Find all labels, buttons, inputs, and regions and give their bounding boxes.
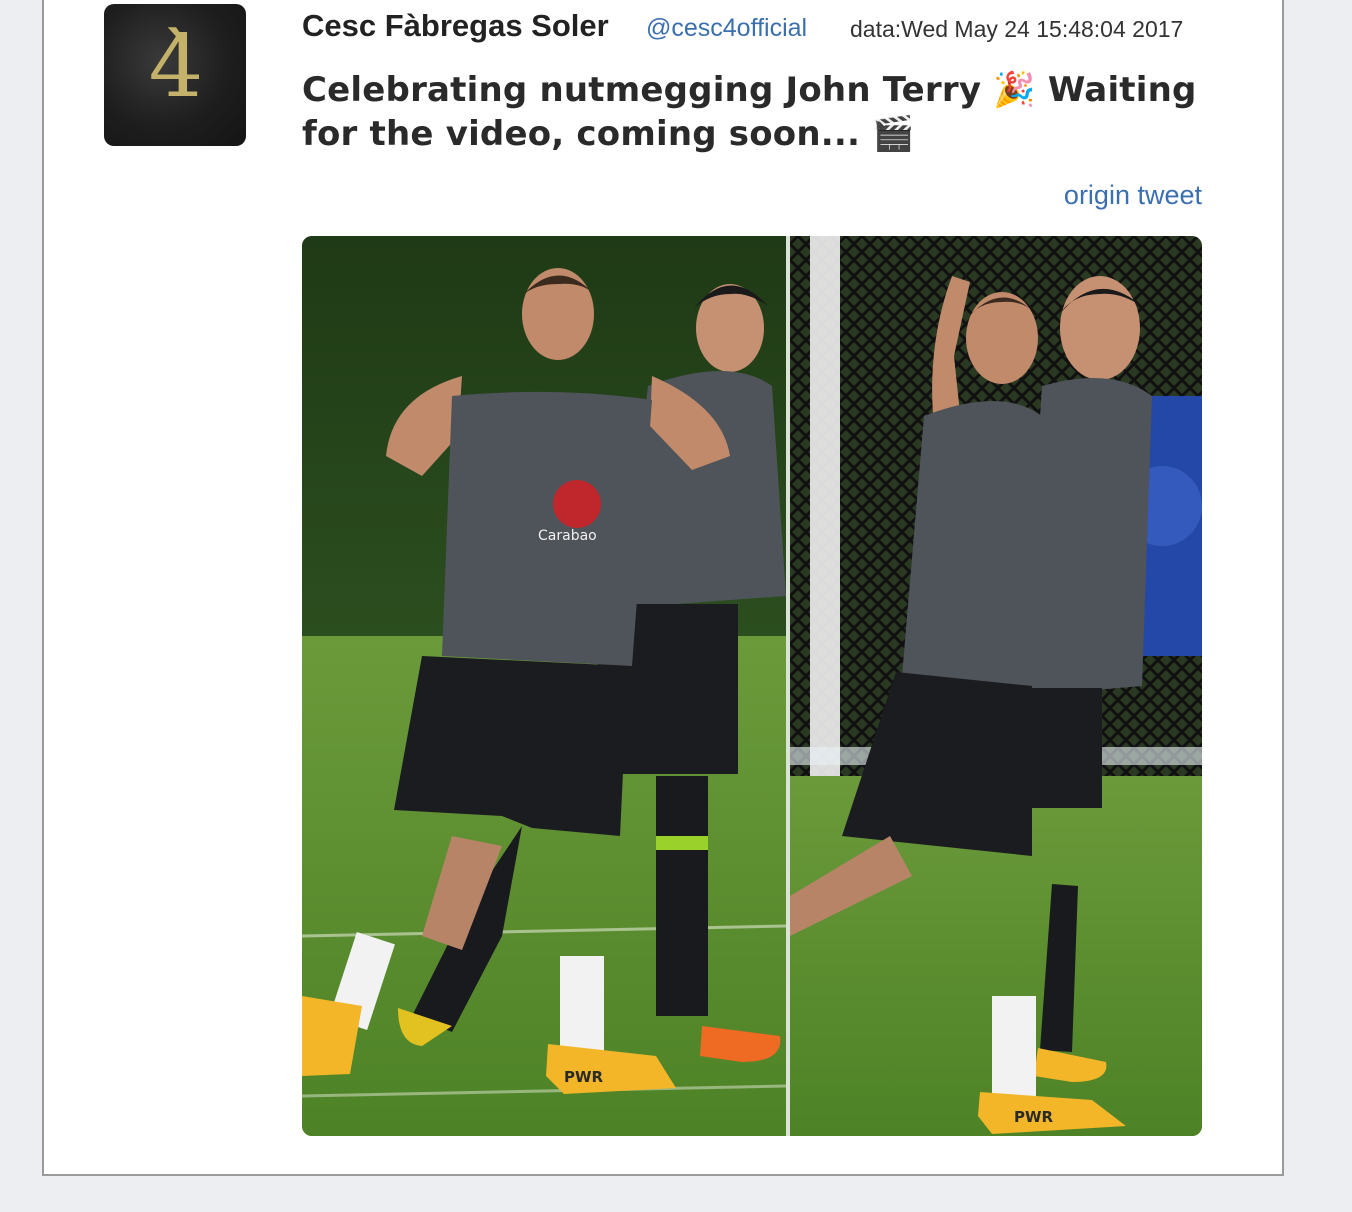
avatar-number-icon: 4̀ [148, 17, 204, 117]
tweet-text: Celebrating nutmegging John Terry 🎉 Wait… [302, 70, 1197, 154]
avatar[interactable]: 4̀ [104, 4, 246, 146]
author-name: Cesc Fàbregas Soler [302, 8, 609, 43]
origin-tweet-link[interactable]: origin tweet [1064, 180, 1202, 211]
tweet-date: data:Wed May 24 15:48:04 2017 [850, 16, 1184, 42]
tweet-photo[interactable]: Carabao PWR PWR [302, 236, 1202, 1136]
boot-text-right: PWR [1014, 1108, 1054, 1126]
author-handle-link[interactable]: @cesc4official [646, 14, 807, 43]
right-photo: PWR [790, 236, 1202, 1136]
boot-text-left: PWR [564, 1068, 604, 1086]
sponsor-text: Carabao [538, 528, 597, 544]
photo-illustration: Carabao PWR PWR [302, 236, 1202, 1136]
left-photo: Carabao PWR [302, 236, 787, 1136]
